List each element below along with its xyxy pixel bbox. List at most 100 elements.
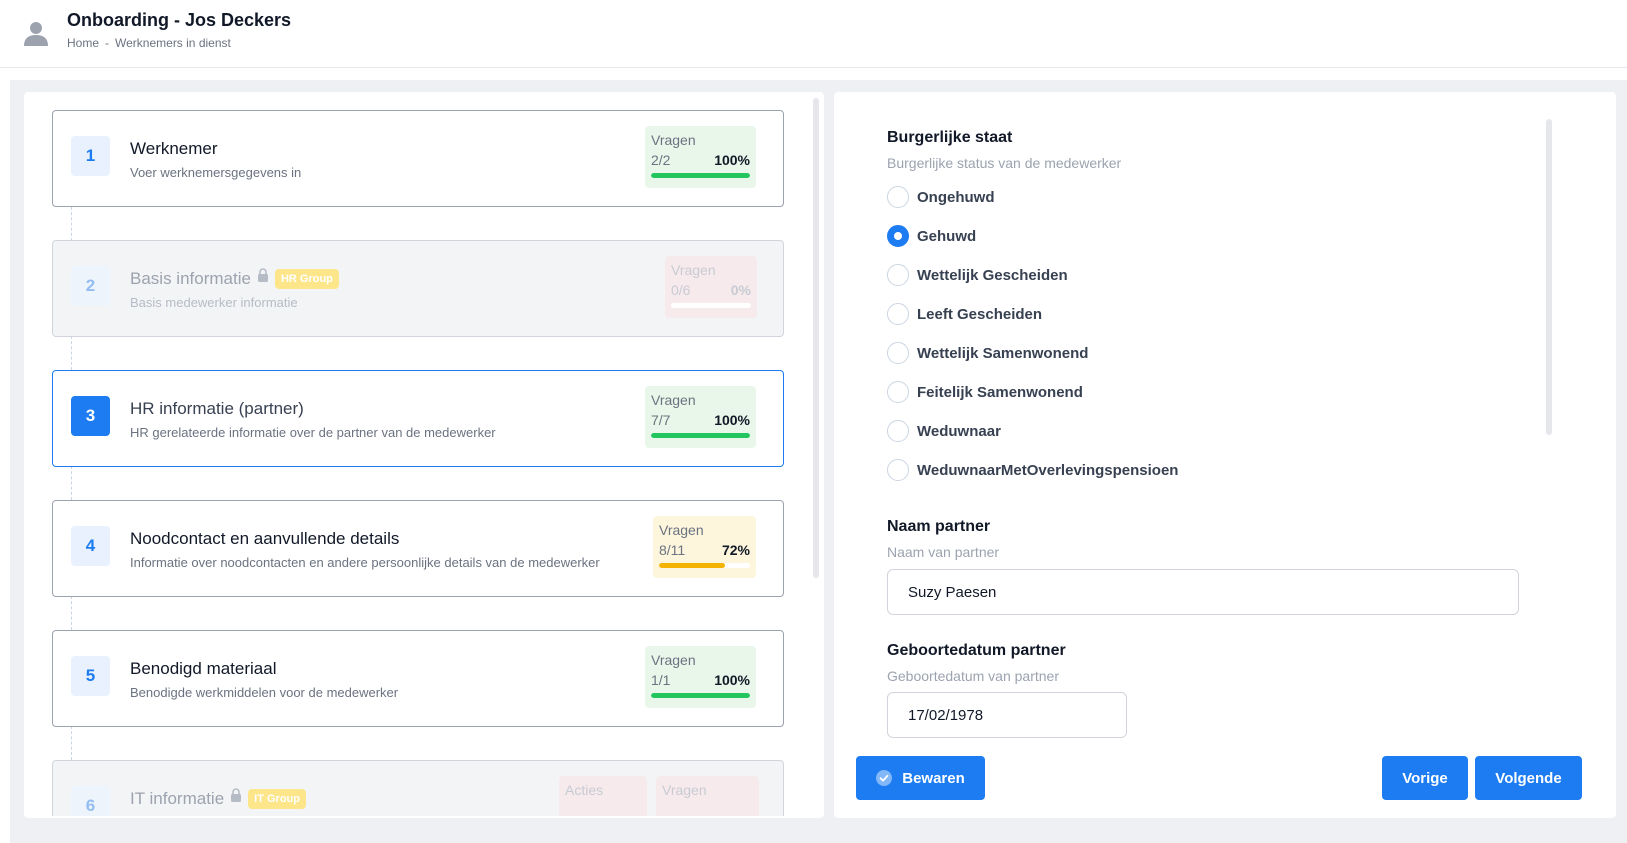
questions-label: Vragen [671,262,716,278]
breadcrumb-home[interactable]: Home [67,36,99,50]
radio-label: Gehuwd [917,227,977,245]
step-subtitle: HR gerelateerde informatie over de partn… [130,425,496,440]
step-number: 3 [71,396,110,436]
user-avatar-icon [24,22,48,46]
progress-fill [651,433,750,438]
actions-progress: Acties [559,776,647,816]
questions-count: 1/1 [651,672,671,688]
questions-label: Vragen [651,652,696,668]
step-connector [71,466,72,500]
questions-progress: Vragen 8/11 72% [653,516,756,578]
questions-percent: 100% [714,152,750,168]
radio-label: Ongehuwd [917,188,995,206]
radio-label: Wettelijk Gescheiden [917,266,1068,284]
radio-button[interactable] [887,381,909,403]
questions-percent: 0% [730,282,751,298]
radio-button[interactable] [887,264,909,286]
actions-label: Acties [565,782,604,798]
radio-button[interactable] [887,420,909,442]
partner-birthdate-title: Geboortedatum partner [887,642,1066,659]
save-button-label: Bewaren [902,769,965,787]
questions-count: 8/11 [659,542,686,558]
progress-bar [659,563,750,568]
progress-bar [671,303,751,308]
step-subtitle: Basis medewerker informatie [130,295,298,310]
page-title: Onboarding - Jos Deckers [67,10,292,30]
radio-label: Weduwnaar [917,422,1001,440]
group-badge: IT Group [248,789,306,809]
civil-status-option[interactable]: WeduwnaarMetOverlevingspensioen [887,459,1178,481]
radio-button[interactable] [887,225,909,247]
step-number: 1 [71,136,110,176]
questions-label: Vragen [662,782,707,798]
radio-button[interactable] [887,342,909,364]
breadcrumb: Home - Werknemers in dienst [67,36,231,50]
step-card-benodigd-materiaal[interactable]: 5 Benodigd materiaal Benodigde werkmidde… [52,630,784,727]
questions-progress: Vragen 7/7 100% [645,386,756,448]
questions-count: 2/2 [651,152,671,168]
step-subtitle: Voer werknemersgegevens in [130,165,302,180]
progress-fill [651,693,750,698]
step-title: Noodcontact en aanvullende details [130,529,400,548]
progress-fill [659,563,725,568]
partner-name-input[interactable] [887,569,1519,615]
partner-birthdate-subtitle: Geboortedatum van partner [887,668,1059,684]
lock-icon [257,268,268,282]
step-card-it-informatie[interactable]: 6 IT informatie IT Group Acties Vragen [52,760,784,816]
group-badge: HR Group [274,269,339,289]
questions-label: Vragen [651,392,696,408]
step-title: Basis informatie HR Group [130,268,339,289]
lock-icon [231,788,242,802]
check-circle-icon [876,770,893,786]
radio-label: WeduwnaarMetOverlevingspensioen [917,461,1179,479]
step-number: 4 [71,526,110,566]
breadcrumb-separator: - [105,36,110,50]
next-button[interactable]: Volgende [1475,756,1582,800]
civil-status-option[interactable]: Gehuwd [887,225,976,247]
step-title: HR informatie (partner) [130,399,304,418]
progress-bar [651,693,750,698]
step-number: 5 [71,656,110,696]
step-card-hr-informatie-partner[interactable]: 3 HR informatie (partner) HR gerelateerd… [52,370,784,467]
civil-status-option[interactable]: Ongehuwd [887,186,995,208]
partner-birthdate-input[interactable] [887,692,1127,738]
questions-percent: 100% [714,412,750,428]
step-number: 2 [71,266,110,306]
questions-progress: Vragen 2/2 100% [645,126,756,188]
step-card-werknemer[interactable]: 1 Werknemer Voer werknemersgegevens in V… [52,110,784,207]
civil-status-title: Burgerlijke staat [887,129,1013,146]
questions-percent: 72% [721,542,750,558]
previous-button[interactable]: Vorige [1382,756,1468,800]
civil-status-option[interactable]: Feitelijk Samenwonend [887,381,1083,403]
partner-name-title: Naam partner [887,518,991,535]
progress-fill [651,173,750,178]
civil-status-option[interactable]: Leeft Gescheiden [887,303,1042,325]
questions-count: 0/6 [671,282,691,298]
radio-label: Leeft Gescheiden [917,305,1043,323]
civil-status-option[interactable]: Wettelijk Gescheiden [887,264,1068,286]
radio-label: Wettelijk Samenwonend [917,344,1089,362]
step-card-noodcontact[interactable]: 4 Noodcontact en aanvullende details Inf… [52,500,784,597]
breadcrumb-current: Werknemers in dienst [115,36,231,50]
questions-label: Vragen [659,522,704,538]
partner-name-subtitle: Naam van partner [887,544,1000,560]
steps-scrollbar[interactable] [813,98,819,578]
step-connector [71,726,72,760]
civil-status-option[interactable]: Wettelijk Samenwonend [887,342,1088,364]
page-header: Onboarding - Jos Deckers Home - Werknemers… [0,0,1627,68]
step-title: IT informatie IT Group [130,788,306,809]
save-button[interactable]: Bewaren [856,756,985,800]
civil-status-subtitle: Burgerlijke status van de medewerker [887,155,1122,171]
step-subtitle: Informatie over noodcontacten en andere … [130,555,600,570]
step-card-basis-informatie[interactable]: 2 Basis informatie HR Group Basis medewe… [52,240,784,337]
step-number: 6 [71,786,110,816]
radio-button[interactable] [887,303,909,325]
radio-button[interactable] [887,186,909,208]
step-title: Benodigd materiaal [130,659,277,678]
radio-button[interactable] [887,459,909,481]
civil-status-option[interactable]: Weduwnaar [887,420,1001,442]
questions-label: Vragen [651,132,696,148]
form-scrollbar[interactable] [1546,119,1552,435]
progress-bar [651,173,750,178]
questions-percent: 100% [714,672,750,688]
